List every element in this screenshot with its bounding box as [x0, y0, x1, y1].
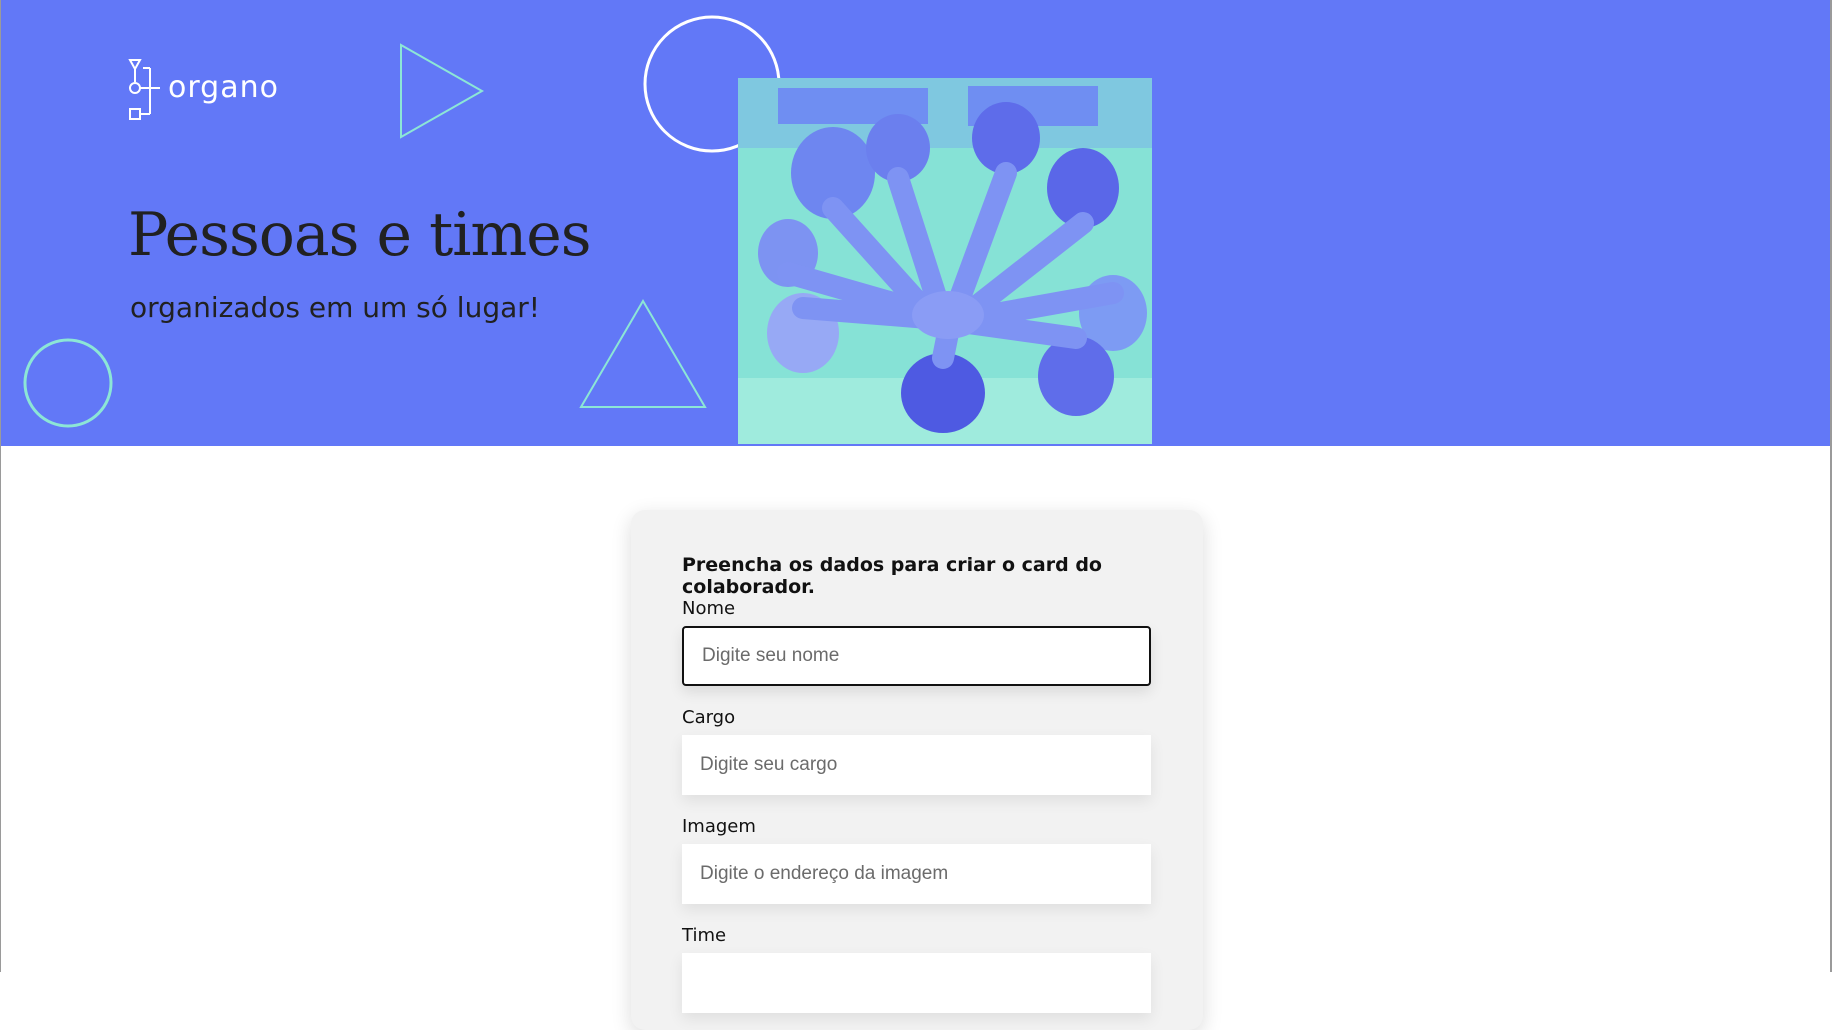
team-photo	[738, 78, 1152, 444]
triangle-up-decoration	[579, 299, 707, 408]
window-edge-left	[0, 0, 1, 972]
circle-accent-decoration	[23, 338, 113, 428]
brand-name: organo	[168, 69, 279, 105]
team-hands-illustration	[738, 78, 1152, 444]
field-label-time: Time	[682, 925, 727, 946]
hero-subtitle: organizados em um só lugar!	[130, 291, 540, 324]
collaborator-form: Preencha os dados para criar o card do c…	[631, 510, 1203, 1030]
hero-banner: organo Pessoas e times organizados em um…	[0, 0, 1830, 446]
field-label-nome: Nome	[682, 598, 736, 619]
field-label-imagem: Imagem	[682, 816, 756, 837]
window-edge-right	[1830, 0, 1832, 972]
imagem-input[interactable]	[682, 844, 1151, 904]
nome-input[interactable]	[682, 626, 1151, 686]
cargo-input[interactable]	[682, 735, 1151, 795]
field-label-cargo: Cargo	[682, 707, 736, 728]
form-title: Preencha os dados para criar o card do c…	[682, 554, 1102, 598]
hero-title: Pessoas e times	[128, 200, 592, 270]
org-chart-icon	[128, 59, 160, 120]
time-select[interactable]	[682, 953, 1151, 1013]
organo-logo[interactable]: organo	[128, 58, 279, 120]
triangle-right-decoration	[400, 43, 485, 139]
